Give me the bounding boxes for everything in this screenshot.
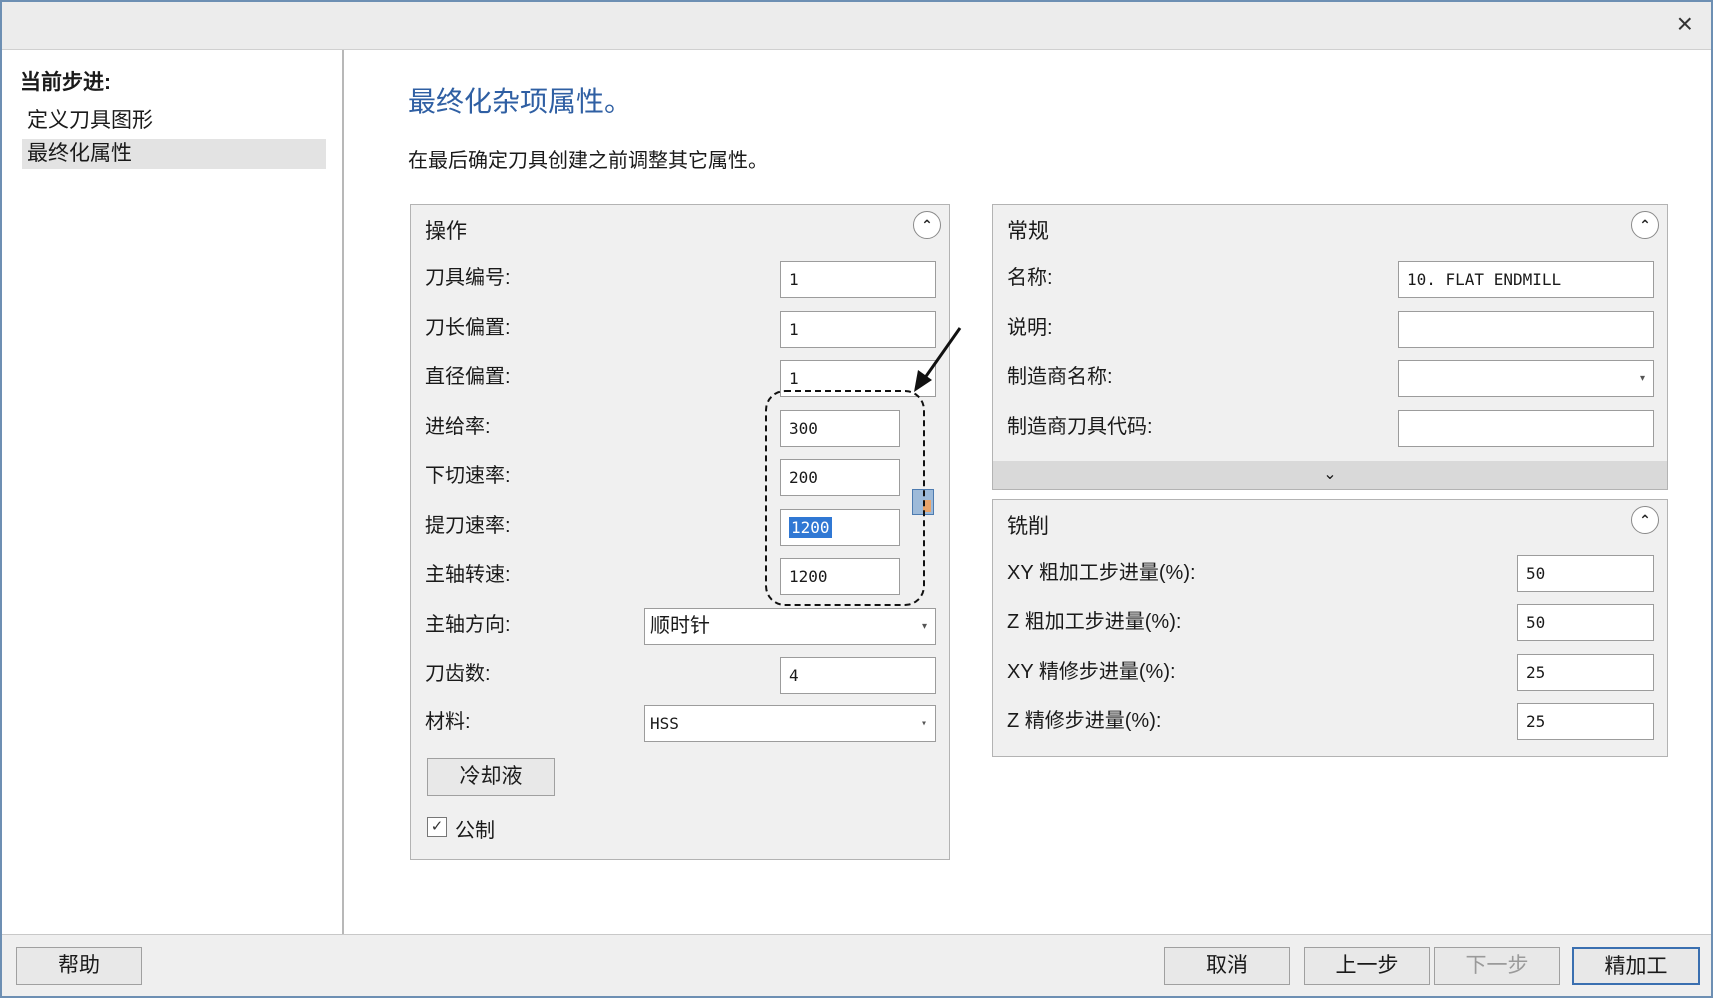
finish-button[interactable]: 精加工 <box>1572 947 1700 985</box>
chevron-down-icon: ▾ <box>1639 373 1645 384</box>
retract-rate-label: 提刀速率: <box>425 515 511 537</box>
operation-panel: 操作 ⌃ 刀具编号: 1 刀长偏置: 1 直径偏置: 1 进给率: 300 下切… <box>410 204 950 860</box>
metric-label: 公制 <box>455 820 495 842</box>
milling-panel: 铣削 ⌃ XY 粗加工步进量(%): 50 Z 粗加工步进量(%): 50 XY… <box>992 499 1668 757</box>
close-icon[interactable]: × <box>1677 8 1693 40</box>
spindle-direction-label: 主轴方向: <box>425 614 511 636</box>
spindle-direction-select[interactable]: 顺时针 ▾ <box>644 608 936 645</box>
expand-general-icon[interactable]: ⌄ <box>993 461 1667 489</box>
feed-rate-label: 进给率: <box>425 416 491 438</box>
z-finish-label: Z 精修步进量(%): <box>1007 710 1162 732</box>
manufacturer-label: 制造商名称: <box>1007 366 1113 388</box>
z-rough-label: Z 粗加工步进量(%): <box>1007 611 1182 633</box>
spindle-speed-label: 主轴转速: <box>425 564 511 586</box>
cancel-button[interactable]: 取消 <box>1164 947 1290 985</box>
dialog-window: × 当前步进: 定义刀具图形 最终化属性 最终化杂项属性。 在最后确定刀具创建之… <box>0 0 1713 998</box>
next-button[interactable]: 下一步 <box>1434 947 1560 985</box>
material-label: 材料: <box>425 711 471 733</box>
back-button[interactable]: 上一步 <box>1304 947 1430 985</box>
collapse-general-icon[interactable]: ⌃ <box>1631 211 1659 239</box>
tool-number-input[interactable]: 1 <box>780 261 936 298</box>
length-offset-label: 刀长偏置: <box>425 317 511 339</box>
collapse-operation-icon[interactable]: ⌃ <box>913 211 941 239</box>
plunge-rate-label: 下切速率: <box>425 465 511 487</box>
highlight-dashed-box <box>765 390 925 606</box>
steps-pane: 当前步进: 定义刀具图形 最终化属性 <box>2 50 344 934</box>
title-bar: × <box>2 2 1711 50</box>
chevron-down-icon: ▾ <box>920 718 927 729</box>
material-value: HSS <box>650 714 679 733</box>
general-panel: 常规 ⌃ 名称: 10. FLAT ENDMILL 说明: 制造商名称: ▾ 制… <box>992 204 1668 490</box>
material-select[interactable]: HSS ▾ <box>644 705 936 742</box>
spindle-direction-value: 顺时针 <box>650 615 710 637</box>
coolant-button[interactable]: 冷却液 <box>427 758 555 796</box>
step-item-finalize-properties[interactable]: 最终化属性 <box>22 139 326 169</box>
flutes-input[interactable]: 4 <box>780 657 936 694</box>
description-label: 说明: <box>1007 317 1053 339</box>
description-input[interactable] <box>1398 311 1654 348</box>
xy-rough-input[interactable]: 50 <box>1517 555 1654 592</box>
z-finish-input[interactable]: 25 <box>1517 703 1654 740</box>
collapse-milling-icon[interactable]: ⌃ <box>1631 506 1659 534</box>
xy-rough-label: XY 粗加工步进量(%): <box>1007 562 1196 584</box>
footer-bar: 帮助 取消 上一步 下一步 精加工 <box>2 934 1711 996</box>
name-input[interactable]: 10. FLAT ENDMILL <box>1398 261 1654 298</box>
diameter-offset-label: 直径偏置: <box>425 366 511 388</box>
page-description: 在最后确定刀具创建之前调整其它属性。 <box>408 150 768 172</box>
step-item-define-geometry[interactable]: 定义刀具图形 <box>22 106 326 136</box>
operation-panel-header: 操作 <box>425 220 467 243</box>
manufacturer-select[interactable]: ▾ <box>1398 360 1654 397</box>
chevron-down-icon: ▾ <box>921 621 927 632</box>
help-button[interactable]: 帮助 <box>16 947 142 985</box>
general-panel-header: 常规 <box>1007 220 1049 243</box>
milling-panel-header: 铣削 <box>1007 515 1049 538</box>
flutes-label: 刀齿数: <box>425 663 491 685</box>
xy-finish-input[interactable]: 25 <box>1517 654 1654 691</box>
name-label: 名称: <box>1007 267 1053 289</box>
tool-number-label: 刀具编号: <box>425 267 511 289</box>
metric-checkbox[interactable]: ✓ <box>427 817 447 837</box>
annotation-arrow-icon <box>914 327 962 392</box>
manufacturer-code-input[interactable] <box>1398 410 1654 447</box>
manufacturer-code-label: 制造商刀具代码: <box>1007 416 1153 438</box>
xy-finish-label: XY 精修步进量(%): <box>1007 661 1176 683</box>
z-rough-input[interactable]: 50 <box>1517 604 1654 641</box>
steps-heading: 当前步进: <box>20 71 111 94</box>
page-title: 最终化杂项属性。 <box>408 86 633 117</box>
